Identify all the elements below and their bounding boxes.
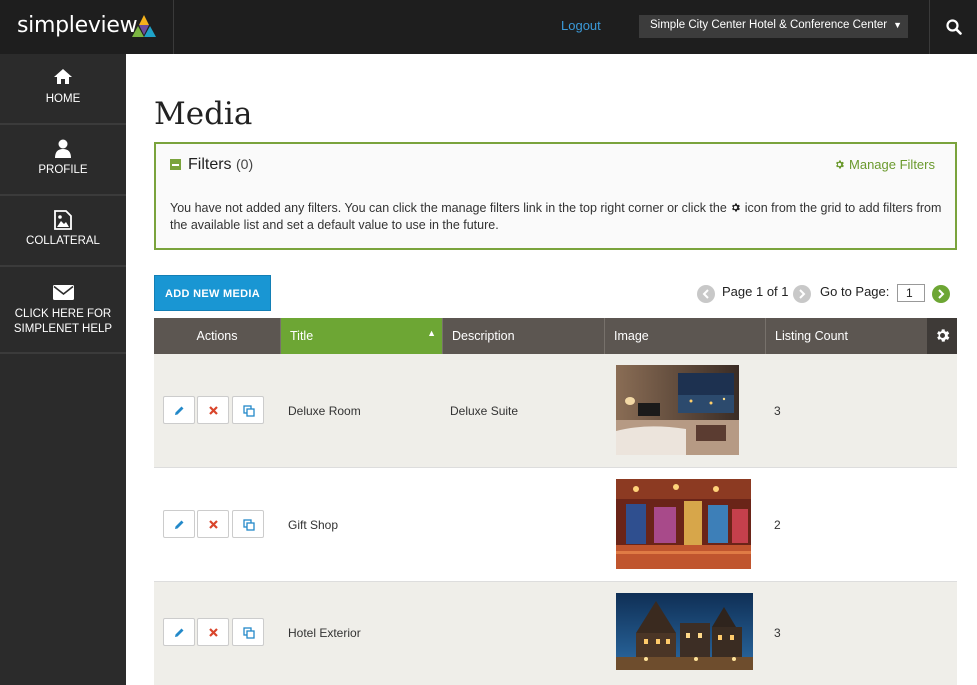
search-button[interactable] (929, 0, 977, 54)
row-description: Deluxe Suite (450, 404, 519, 418)
sidebar-item-label: PROFILE (38, 164, 88, 176)
column-header-title[interactable]: Title ▲ (281, 318, 443, 354)
delete-button[interactable] (197, 510, 229, 538)
row-title: Gift Shop (288, 518, 339, 532)
edit-button[interactable] (163, 396, 195, 424)
delete-button[interactable] (197, 618, 229, 646)
sidebar-item-label: COLLATERAL (26, 235, 100, 247)
gear-icon (732, 203, 741, 212)
sidebar-item-label: HOME (45, 93, 81, 105)
add-new-media-button[interactable]: ADD NEW MEDIA (154, 275, 271, 311)
sidebar-item-home[interactable]: HOME (0, 54, 126, 125)
top-bar: simpleview Logout Simple City Center Hot… (0, 0, 977, 54)
sidebar-item-label-line1: CLICK HERE FOR (14, 308, 112, 320)
table-row: Gift Shop 2 (154, 468, 957, 582)
column-header-description[interactable]: Description (443, 318, 605, 354)
collapse-icon[interactable] (170, 159, 181, 170)
hotel-exterior-night-photo (616, 593, 753, 670)
gear-icon (836, 160, 845, 169)
delete-button[interactable] (197, 396, 229, 424)
filters-message: You have not added any filters. You can … (170, 200, 950, 234)
copy-button[interactable] (232, 618, 264, 646)
row-listing-count: 3 (774, 626, 781, 640)
copy-button[interactable] (232, 510, 264, 538)
table-row: Deluxe Room Deluxe Suite 3 (154, 354, 957, 468)
logout-link[interactable]: Logout (561, 18, 601, 33)
page-title: Media (154, 96, 253, 132)
filters-message-part1: You have not added any filters. You can … (170, 201, 727, 215)
user-icon (55, 139, 71, 158)
sidebar-item-simplenet-help[interactable]: CLICK HERE FOR SIMPLENET HELP (0, 267, 126, 354)
row-listing-count: 2 (774, 518, 781, 532)
table-header: Actions Title ▲ Description Image Listin… (154, 318, 957, 354)
next-page-button[interactable] (793, 285, 811, 303)
pencil-icon (175, 520, 184, 529)
sidebar: HOME PROFILE COLLATERAL CLICK HERE FOR S… (0, 54, 126, 685)
gear-icon (937, 329, 950, 342)
copy-icon (243, 627, 255, 639)
property-select[interactable]: Simple City Center Hotel & Conference Ce… (639, 15, 908, 38)
sidebar-item-collateral[interactable]: COLLATERAL (0, 196, 126, 267)
image-file-icon (54, 210, 72, 230)
close-icon (209, 406, 218, 415)
filters-count: (0) (236, 156, 254, 172)
hotel-room-photo (616, 365, 739, 455)
sidebar-item-profile[interactable]: PROFILE (0, 125, 126, 196)
property-select-value: Simple City Center Hotel & Conference Ce… (650, 19, 888, 31)
prev-page-button[interactable] (697, 285, 715, 303)
manage-filters-link[interactable]: Manage Filters (834, 157, 935, 172)
row-title: Deluxe Room (288, 404, 361, 418)
sidebar-item-label-line2: SIMPLENET HELP (13, 323, 113, 335)
chevron-left-icon (702, 289, 709, 299)
close-icon (209, 520, 218, 529)
row-title: Hotel Exterior (288, 626, 361, 640)
edit-button[interactable] (163, 618, 195, 646)
caret-down-icon: ▼ (893, 20, 902, 30)
logo-mark-icon (132, 15, 156, 37)
logo[interactable]: simpleview (0, 0, 174, 54)
envelope-icon (52, 285, 74, 300)
column-header-image[interactable]: Image (605, 318, 766, 354)
chevron-right-icon (938, 289, 945, 299)
edit-button[interactable] (163, 510, 195, 538)
column-header-actions: Actions (154, 318, 281, 354)
filters-title-text: Filters (188, 156, 232, 173)
search-icon (946, 19, 962, 35)
column-header-listing-count[interactable]: Listing Count (766, 318, 927, 354)
page-indicator: Page 1 of 1 (722, 284, 789, 299)
sort-ascending-icon: ▲ (427, 328, 436, 338)
home-icon (54, 69, 72, 84)
manage-filters-label: Manage Filters (849, 157, 935, 172)
filters-title: Filters (0) (188, 156, 253, 174)
pencil-icon (175, 406, 184, 415)
filters-panel: Filters (0) Manage Filters You have not … (154, 142, 957, 250)
goto-page-button[interactable] (932, 285, 950, 303)
chevron-right-icon (799, 289, 806, 299)
logo-text: simpleview (17, 13, 138, 38)
close-icon (209, 628, 218, 637)
grid-settings-button[interactable] (927, 318, 957, 354)
row-listing-count: 3 (774, 404, 781, 418)
table-row: Hotel Exterior 3 (154, 582, 957, 685)
copy-button[interactable] (232, 396, 264, 424)
copy-icon (243, 405, 255, 417)
goto-page-input[interactable]: 1 (897, 284, 925, 302)
pencil-icon (175, 628, 184, 637)
copy-icon (243, 519, 255, 531)
column-header-title-label: Title (290, 329, 314, 343)
goto-page-label: Go to Page: (820, 284, 890, 299)
gift-shop-photo (616, 479, 751, 569)
